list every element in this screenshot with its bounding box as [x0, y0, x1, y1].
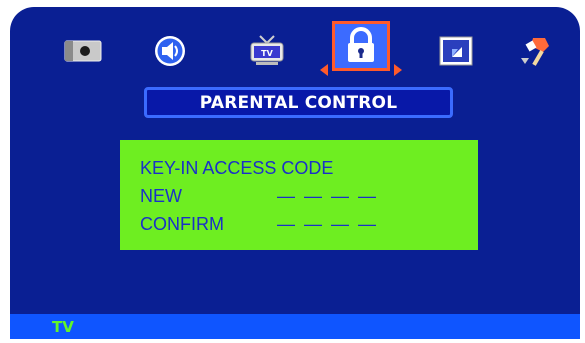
page-title: PARENTAL CONTROL: [144, 87, 453, 118]
new-code-field[interactable]: — — — —: [277, 186, 378, 207]
tv-icon[interactable]: TV: [247, 31, 287, 71]
confirm-code-label: CONFIRM: [140, 213, 224, 234]
setup-icon[interactable]: [518, 31, 558, 71]
input-source-label: TV: [52, 317, 74, 336]
screen-icon[interactable]: [436, 31, 476, 71]
lock-icon[interactable]: [341, 26, 381, 66]
status-bar: TV: [10, 314, 580, 339]
access-code-heading: KEY-IN ACCESS CODE: [140, 157, 334, 178]
previous-arrow-icon[interactable]: [320, 64, 328, 76]
new-code-label: NEW: [140, 185, 182, 206]
next-arrow-icon[interactable]: [394, 64, 402, 76]
svg-text:TV: TV: [261, 49, 273, 58]
access-code-panel: KEY-IN ACCESS CODE NEW — — — — CONFIRM —…: [120, 140, 478, 250]
osd-menu: TV PARENTAL CONTROL KEY-IN ACCESS CODE N…: [10, 7, 580, 339]
confirm-code-field[interactable]: — — — —: [277, 214, 378, 235]
audio-icon[interactable]: [150, 31, 190, 71]
picture-icon[interactable]: [63, 31, 103, 71]
